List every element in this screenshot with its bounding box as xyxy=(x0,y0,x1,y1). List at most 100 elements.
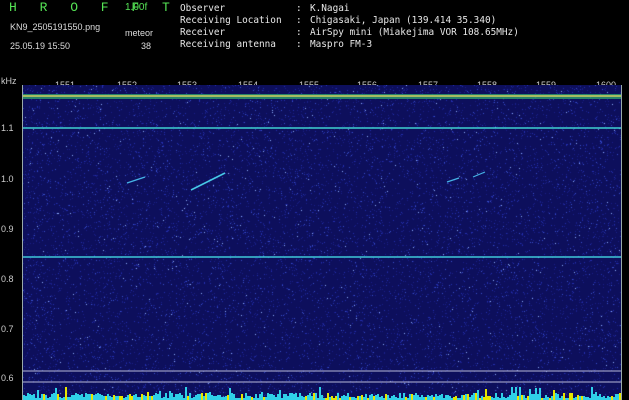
level-bar xyxy=(37,390,39,400)
level-bar xyxy=(109,396,111,400)
level-bar xyxy=(153,395,155,400)
level-bar xyxy=(289,393,291,400)
level-bar xyxy=(335,396,337,400)
y-axis-unit: kHz xyxy=(1,76,17,86)
level-bar xyxy=(513,393,515,400)
level-bar xyxy=(617,394,619,400)
spectrogram-plot[interactable] xyxy=(22,85,622,400)
level-bar xyxy=(501,393,503,400)
level-bar xyxy=(361,395,363,400)
file-name: KN9_2505191550.png xyxy=(10,22,101,32)
level-bar xyxy=(561,396,563,400)
level-bar xyxy=(521,395,523,400)
level-bar xyxy=(511,387,513,400)
level-bar xyxy=(217,395,219,400)
level-bar xyxy=(485,389,487,400)
level-bar xyxy=(143,395,145,400)
level-bar xyxy=(197,394,199,400)
level-bar xyxy=(177,394,179,400)
level-bar xyxy=(199,394,201,400)
level-bar xyxy=(229,388,231,400)
level-bar xyxy=(391,396,393,400)
spectrogram-overlay xyxy=(23,94,621,400)
level-bar xyxy=(599,394,601,400)
level-bar xyxy=(439,395,441,400)
level-bar xyxy=(149,396,151,400)
level-bar xyxy=(447,395,449,400)
level-bar xyxy=(211,395,213,400)
meteor-count: 38 xyxy=(141,41,152,51)
level-bar xyxy=(89,394,91,400)
level-bar xyxy=(119,396,121,400)
level-bar xyxy=(147,392,149,400)
level-bar xyxy=(91,394,93,400)
level-bar xyxy=(215,396,217,400)
level-bar xyxy=(175,394,177,400)
level-bar xyxy=(299,393,301,400)
level-bar xyxy=(319,387,321,400)
info-row-antenna: Receiving antenna: Maspro FM-3 xyxy=(180,39,373,50)
level-bar xyxy=(331,396,333,400)
signal-level-bars xyxy=(23,387,621,400)
level-bar xyxy=(65,387,67,400)
level-bar xyxy=(341,396,343,400)
level-bar xyxy=(477,390,479,400)
level-bar xyxy=(381,396,383,400)
level-bar xyxy=(429,396,431,400)
level-bar xyxy=(29,394,31,400)
y-tick-label: 1.1 xyxy=(1,123,14,133)
version-label: 1.00f xyxy=(125,2,148,13)
level-bar xyxy=(515,387,517,400)
level-bar xyxy=(533,394,535,400)
level-bar xyxy=(267,393,269,400)
level-bar xyxy=(495,393,497,400)
level-bar xyxy=(201,393,203,400)
level-bar xyxy=(509,395,511,400)
level-bar xyxy=(25,396,27,400)
level-bar xyxy=(343,395,345,400)
y-tick-label: 0.6 xyxy=(1,373,14,383)
level-bar xyxy=(523,395,525,400)
level-bar xyxy=(537,394,539,400)
level-bar xyxy=(245,393,247,400)
level-bar xyxy=(213,396,215,400)
level-bar xyxy=(115,396,117,400)
level-bar xyxy=(135,394,137,400)
level-bar xyxy=(569,393,571,400)
level-bar xyxy=(255,394,257,400)
level-bar xyxy=(431,395,433,400)
level-bar xyxy=(365,394,367,400)
level-bar xyxy=(157,394,159,400)
level-bar xyxy=(417,395,419,400)
level-bar xyxy=(93,395,95,400)
level-bar xyxy=(261,392,263,400)
level-bar xyxy=(399,393,401,400)
level-bar xyxy=(415,393,417,400)
level-bar xyxy=(283,394,285,400)
level-bar xyxy=(129,394,131,400)
level-bar xyxy=(445,395,447,400)
level-bar xyxy=(519,387,521,400)
level-bar xyxy=(307,395,309,400)
level-bar xyxy=(207,393,209,400)
level-bar xyxy=(57,394,59,400)
level-bar xyxy=(611,396,613,400)
level-bar xyxy=(75,393,77,400)
level-bar xyxy=(271,394,273,400)
level-bar xyxy=(607,396,609,400)
level-bar xyxy=(209,392,211,400)
level-bar xyxy=(27,393,29,400)
level-bar xyxy=(463,395,465,400)
level-bar xyxy=(101,395,103,400)
level-bar xyxy=(51,394,53,400)
level-bar xyxy=(357,396,359,400)
level-bar xyxy=(231,393,233,400)
level-bar xyxy=(185,387,187,400)
level-bar xyxy=(369,395,371,400)
level-bar xyxy=(373,396,375,400)
level-bar xyxy=(41,394,43,400)
level-bar xyxy=(371,394,373,400)
level-bar xyxy=(591,387,593,400)
level-bar xyxy=(571,393,573,400)
level-bar xyxy=(321,395,323,400)
